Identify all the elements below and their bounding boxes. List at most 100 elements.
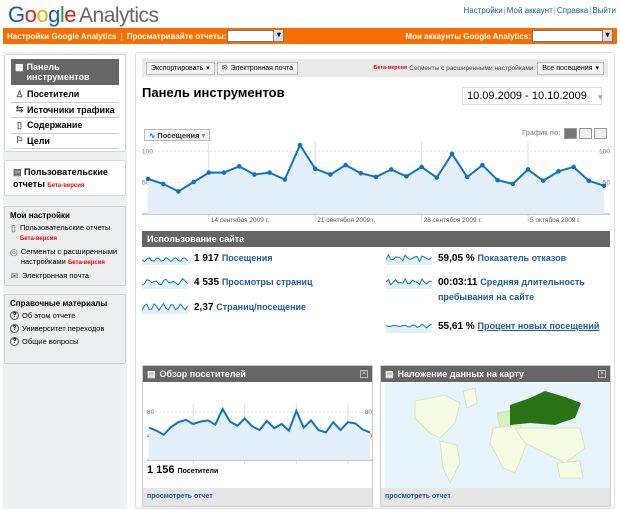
- nav-goals[interactable]: ⚐ Цели: [11, 134, 119, 149]
- page-title: Панель инструментов: [142, 85, 285, 100]
- data-point: [373, 174, 379, 180]
- data-point: [586, 178, 592, 184]
- visits-chart[interactable]: 50 50100 10014 сентября 2009 г. 21 сентября…: [142, 142, 610, 222]
- data-point: [297, 142, 303, 148]
- google-analytics-logo[interactable]: Google Analytics: [8, 2, 159, 28]
- line-chart-icon: ∿: [149, 130, 156, 140]
- close-icon[interactable]: ×: [598, 370, 606, 378]
- metric-link[interactable]: Просмотры страниц: [222, 277, 313, 287]
- help-link-faq[interactable]: ? Общие вопросы: [10, 337, 120, 347]
- help-link[interactable]: Справка: [557, 6, 588, 15]
- advanced-segments-link[interactable]: ◎ Сегменты с расширенными настройками Бет…: [10, 247, 120, 268]
- flag-icon: ⚐: [15, 135, 24, 146]
- segments-icon: ◎: [10, 247, 18, 257]
- data-point: [206, 170, 212, 175]
- my-settings-box: Мои настройки ▯ Пользовательские отчеты Б…: [4, 206, 126, 286]
- report-icon: ▤: [13, 167, 22, 177]
- sidebar: ▦ Панель инструментов ♙ Посетители ⇆ Источн…: [3, 52, 127, 509]
- data-point: [282, 177, 288, 182]
- view-report-link[interactable]: просмотреть отчет: [381, 488, 610, 506]
- sparkline: [386, 277, 432, 289]
- data-point: [495, 177, 500, 183]
- data-point: [312, 166, 318, 172]
- question-icon: ?: [10, 324, 19, 333]
- help-box: Справочные материалы ? Об этом отчете ? Ун…: [4, 294, 126, 364]
- data-point: [343, 162, 348, 168]
- my-account-link[interactable]: Мой аккаунт: [507, 6, 553, 15]
- dashboard-icon: ▦: [15, 62, 24, 72]
- world-map[interactable]: [385, 383, 610, 489]
- data-point: [419, 164, 424, 170]
- custom-reports-link[interactable]: ▯ Пользовательские отчеты Бета-версия: [10, 223, 120, 244]
- my-accounts-select[interactable]: [532, 30, 613, 42]
- metric-link[interactable]: Процент новых посещений: [477, 321, 599, 331]
- data-point: [267, 170, 272, 175]
- question-icon: ?: [10, 311, 19, 320]
- data-point: [145, 176, 151, 182]
- visitors-overview-panel: ▤Обзор посетителей× 40408080 1 156 Посет…: [142, 365, 373, 507]
- data-point: [525, 167, 531, 172]
- data-point: [540, 178, 546, 184]
- nav-content[interactable]: ▯ Содержание: [11, 118, 119, 134]
- segment-select[interactable]: Все посещения ▾: [537, 61, 604, 75]
- data-point: [236, 164, 242, 169]
- graph-by-day-button[interactable]: [564, 128, 577, 139]
- metric-link[interactable]: Показатель отказов: [477, 253, 566, 263]
- main-nav: ▦ Панель инструментов ♙ Посетители ⇆ Источн…: [4, 54, 126, 152]
- settings-link[interactable]: Настройки: [463, 6, 502, 15]
- data-point: [358, 170, 364, 176]
- graph-by-week-button[interactable]: [579, 128, 592, 139]
- toolbar: Экспортировать ▾ ✉ Электронная почта Бета…: [142, 59, 608, 77]
- report-icon: ▯: [11, 223, 16, 233]
- close-icon[interactable]: ×: [360, 370, 368, 378]
- metric-link[interactable]: Страниц/посещение: [216, 302, 306, 312]
- metric-2: 2,37 Страниц/посещение: [142, 300, 372, 315]
- nav-traffic-sources[interactable]: ⇆ Источники трафика: [11, 103, 119, 118]
- metric-selector[interactable]: ∿ Посещения ▾: [144, 129, 211, 141]
- data-point: [449, 151, 455, 157]
- export-button[interactable]: Экспортировать ▾: [146, 61, 215, 75]
- site-usage-header: Использование сайта: [142, 231, 610, 247]
- person-icon: ♙: [15, 88, 24, 99]
- envelope-icon: ✉: [10, 271, 19, 281]
- data-point: [252, 172, 257, 177]
- drag-handle-icon[interactable]: ▤: [385, 369, 394, 380]
- email-button[interactable]: ✉ Электронная почта: [216, 61, 299, 75]
- data-point: [328, 172, 333, 177]
- nav-dashboard[interactable]: ▦ Панель инструментов: [11, 59, 119, 85]
- visitors-count: 1 156 Посетители: [147, 464, 219, 476]
- data-point: [160, 181, 166, 187]
- view-report-link[interactable]: просмотреть отчет: [143, 488, 372, 506]
- email-link[interactable]: ✉ Электронная почта: [10, 271, 120, 281]
- help-link-about[interactable]: ? Об этом отчете: [10, 311, 120, 321]
- x-tick-label: 21 сентября 2009 г.: [317, 216, 375, 222]
- view-reports-select[interactable]: [227, 30, 285, 42]
- drag-handle-icon[interactable]: ▤: [147, 369, 156, 380]
- sparkline: [386, 323, 432, 333]
- sparkline: [386, 253, 432, 265]
- sparkline: [142, 302, 188, 314]
- data-point: [601, 183, 607, 189]
- metric-0: 1 917 Посещения: [142, 251, 372, 266]
- metric-link[interactable]: Посещения: [222, 253, 273, 263]
- nav-custom-reports[interactable]: ▤ Пользовательские отчеты Бета-версия: [4, 160, 126, 196]
- my-accounts-label: Мои аккаунты Google Analytics:: [405, 31, 531, 41]
- date-range-picker[interactable]: 10.09.2009 - 10.10.2009: [462, 87, 602, 105]
- x-tick-label: 5 октября 2009 г.: [530, 216, 581, 222]
- logout-link[interactable]: Выйти: [592, 6, 616, 15]
- metric-1: 4 535 Просмотры страниц: [142, 275, 372, 290]
- x-tick-label: 14 сентября 2009 г.: [211, 216, 269, 222]
- sparkline: [142, 256, 188, 265]
- data-point: [404, 174, 409, 179]
- visitors-chart[interactable]: 40408080: [147, 404, 372, 464]
- data-point: [510, 181, 516, 187]
- graph-by-month-button[interactable]: [594, 128, 607, 139]
- traffic-icon: ⇆: [15, 104, 24, 115]
- help-link-university[interactable]: ? Университет переходов: [10, 324, 120, 334]
- data-point: [556, 169, 561, 174]
- chevron-down-icon[interactable]: ▾: [598, 92, 603, 103]
- data-point: [176, 189, 181, 194]
- nav-visitors[interactable]: ♙ Посетители: [11, 87, 119, 103]
- question-icon: ?: [10, 337, 19, 346]
- analytics-settings-link[interactable]: Настройки Google Analytics: [7, 32, 116, 41]
